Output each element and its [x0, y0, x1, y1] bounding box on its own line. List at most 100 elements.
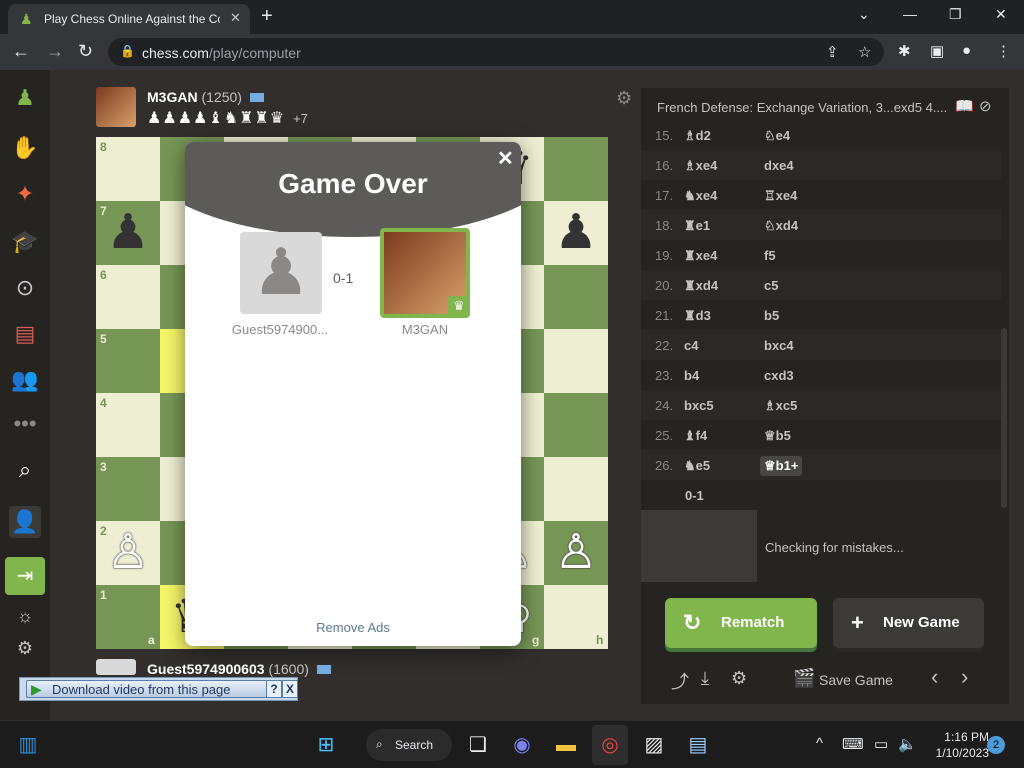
- more-icon[interactable]: •••: [9, 408, 41, 440]
- puzzles-icon[interactable]: ✦: [9, 178, 41, 210]
- bottom-player-name[interactable]: Guest5974900603: [147, 661, 265, 677]
- signup-icon[interactable]: 👤: [9, 506, 41, 538]
- board-square[interactable]: [544, 265, 608, 329]
- network-icon[interactable]: ▭: [874, 735, 888, 753]
- window-close-icon[interactable]: ✕: [995, 6, 1007, 23]
- next-move-icon[interactable]: ›: [961, 664, 968, 690]
- browser-tab[interactable]: ♟ Play Chess Online Against the Co ✕: [8, 4, 250, 34]
- monitor-app-icon[interactable]: ▤: [682, 729, 714, 761]
- white-move[interactable]: ♗d2: [684, 128, 711, 144]
- black-move[interactable]: b5: [764, 308, 779, 323]
- move-list-scrollbar[interactable]: [1001, 328, 1007, 508]
- previous-move-icon[interactable]: ‹: [931, 664, 938, 690]
- download-icon[interactable]: ⤓: [701, 668, 709, 689]
- board-square[interactable]: [544, 457, 608, 521]
- board-settings-icon[interactable]: ⚙: [616, 88, 632, 109]
- game-settings-icon[interactable]: ⚙: [731, 668, 747, 689]
- chat-icon[interactable]: ◉: [506, 729, 538, 761]
- share-icon[interactable]: ⇪: [826, 43, 839, 61]
- reload-icon[interactable]: ↻: [78, 41, 93, 62]
- new-tab-icon[interactable]: +: [261, 5, 273, 28]
- share-game-icon[interactable]: ⤴: [671, 668, 689, 694]
- download-close-button[interactable]: X: [282, 680, 298, 698]
- download-video-button[interactable]: ▶ Download video from this page: [26, 680, 282, 698]
- black-move[interactable]: dxe4: [764, 158, 794, 173]
- search-icon[interactable]: ⌕: [9, 454, 41, 486]
- login-icon[interactable]: ⇥: [5, 557, 45, 595]
- board-square[interactable]: [544, 329, 608, 393]
- tab-close-icon[interactable]: ✕: [230, 10, 241, 26]
- guest-avatar-small[interactable]: [96, 659, 136, 675]
- new-game-button[interactable]: + New Game: [833, 598, 984, 648]
- explorer-icon[interactable]: ⊘: [979, 97, 992, 115]
- file-explorer-icon[interactable]: ▬: [550, 729, 582, 761]
- taskbar-clock[interactable]: 1:16 PM 1/10/2023: [925, 729, 989, 761]
- white-move[interactable]: c4: [684, 338, 698, 353]
- news-icon[interactable]: ▤: [9, 318, 41, 350]
- side-panel-icon[interactable]: ▣: [930, 42, 944, 60]
- book-icon[interactable]: 📖: [955, 97, 974, 115]
- black-move[interactable]: cxd3: [764, 368, 794, 383]
- black-move[interactable]: c5: [764, 278, 778, 293]
- learn-icon[interactable]: 🎓: [9, 226, 41, 258]
- top-player-name[interactable]: M3GAN: [147, 89, 198, 105]
- forward-icon[interactable]: →: [46, 41, 64, 62]
- black-move[interactable]: ♗xc5: [764, 398, 797, 414]
- white-move[interactable]: ♞xe4: [684, 188, 717, 204]
- modal-close-icon[interactable]: ✕: [497, 146, 514, 171]
- play-icon[interactable]: ✋: [9, 132, 41, 164]
- task-view-icon[interactable]: ❏: [462, 729, 494, 761]
- minimize-icon[interactable]: —: [903, 6, 917, 22]
- social-icon[interactable]: 👥: [9, 364, 41, 396]
- taskbar-search[interactable]: ⌕ Search: [366, 729, 452, 761]
- start-icon[interactable]: ⊞: [310, 729, 342, 761]
- notification-badge[interactable]: 2: [987, 736, 1005, 754]
- back-icon[interactable]: ←: [12, 41, 30, 62]
- board-square[interactable]: [544, 137, 608, 201]
- theme-icon[interactable]: ☼: [9, 600, 41, 632]
- board-square[interactable]: [544, 393, 608, 457]
- black-move[interactable]: ♕b1+: [760, 456, 803, 476]
- black-pawn-icon[interactable]: ♟: [96, 201, 160, 265]
- tab-search-chevron-icon[interactable]: ⌄: [858, 6, 870, 23]
- white-move[interactable]: ♜xd4: [684, 278, 718, 294]
- white-move[interactable]: ♗xe4: [684, 158, 717, 174]
- widgets-icon[interactable]: ▥: [12, 729, 44, 761]
- chess-logo-icon[interactable]: ♟: [9, 82, 41, 114]
- bookmark-star-icon[interactable]: ☆: [858, 43, 871, 61]
- black-move[interactable]: f5: [764, 248, 776, 263]
- black-move[interactable]: ♘xd4: [764, 218, 798, 234]
- white-move[interactable]: ♝f4: [684, 428, 707, 444]
- black-move[interactable]: ♖xe4: [764, 188, 797, 204]
- white-pawn-icon[interactable]: ♙: [544, 521, 608, 585]
- volume-icon[interactable]: 🔈: [898, 735, 917, 753]
- white-move[interactable]: ♜e1: [684, 218, 710, 234]
- settings-icon[interactable]: ⚙: [9, 632, 41, 664]
- white-move[interactable]: ♜d3: [684, 308, 711, 324]
- black-pawn-icon[interactable]: ♟: [544, 201, 608, 265]
- rematch-button[interactable]: ↻ Rematch: [665, 598, 817, 648]
- white-move[interactable]: ♜xe4: [684, 248, 717, 264]
- maximize-icon[interactable]: ❐: [949, 6, 962, 23]
- show-hidden-icons-icon[interactable]: ^: [816, 735, 823, 752]
- profile-icon[interactable]: ●: [962, 42, 971, 59]
- black-move[interactable]: bxc4: [764, 338, 794, 353]
- save-game-label[interactable]: Save Game: [819, 672, 893, 688]
- download-help-button[interactable]: ?: [266, 680, 282, 698]
- watch-icon[interactable]: ⊙: [9, 272, 41, 304]
- black-move[interactable]: ♕b5: [764, 428, 791, 444]
- keyboard-icon[interactable]: ⌨: [842, 735, 864, 753]
- chrome-icon[interactable]: ◎: [594, 729, 626, 761]
- lock-icon[interactable]: 🔒: [120, 44, 135, 58]
- app-icon[interactable]: ▨: [638, 729, 670, 761]
- white-move[interactable]: b4: [684, 368, 699, 383]
- white-move[interactable]: ♞e5: [684, 458, 710, 474]
- address-bar[interactable]: 🔒 chess.com/play/computer ⇪ ☆: [108, 38, 884, 66]
- extensions-icon[interactable]: ✱: [898, 42, 911, 60]
- browser-menu-icon[interactable]: ⋮: [996, 42, 1011, 60]
- white-move[interactable]: bxc5: [684, 398, 714, 413]
- white-pawn-icon[interactable]: ♙: [96, 521, 160, 585]
- remove-ads-link[interactable]: Remove Ads: [185, 620, 521, 635]
- black-move[interactable]: ♘e4: [764, 128, 790, 144]
- opening-name[interactable]: French Defense: Exchange Variation, 3...…: [657, 100, 947, 115]
